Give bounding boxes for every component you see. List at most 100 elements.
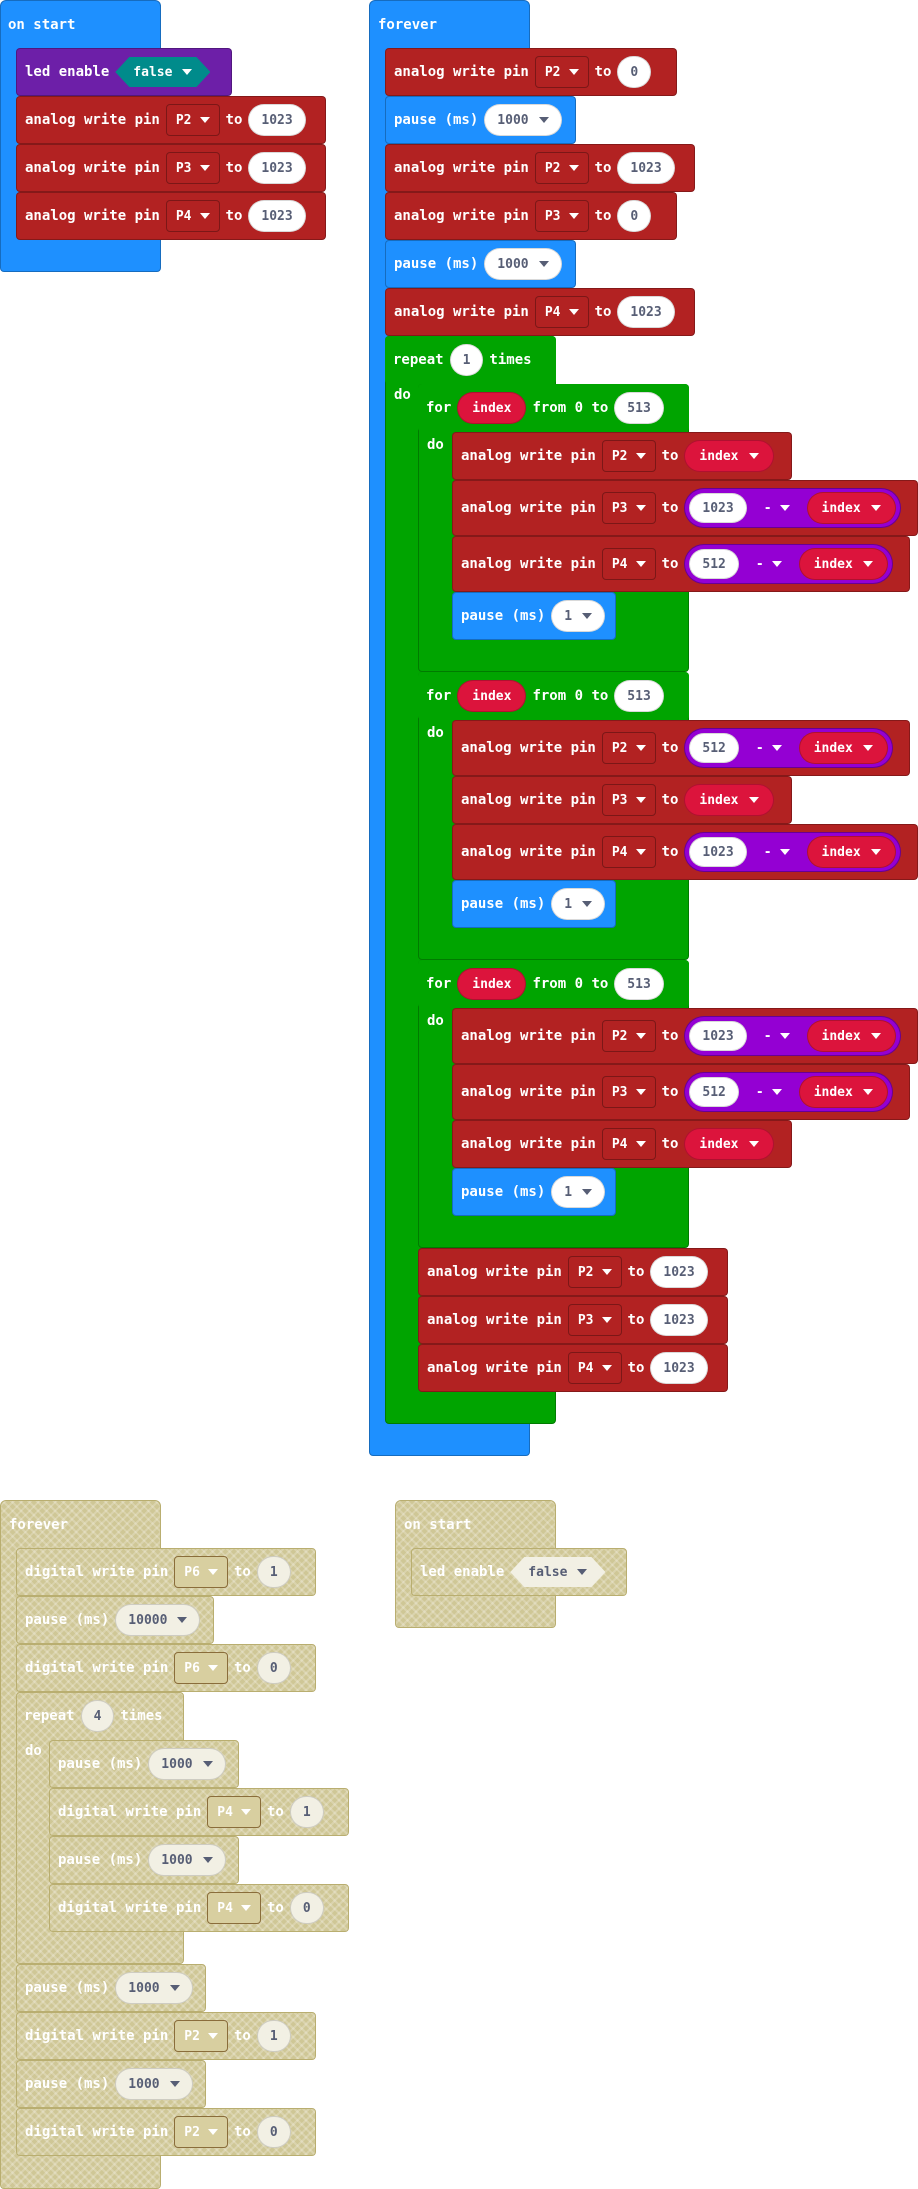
pin-dropdown[interactable]: P4 <box>601 836 656 868</box>
index-variable[interactable]: index <box>684 1128 774 1160</box>
loop-end-input[interactable]: 513 <box>614 392 664 424</box>
repeat-count-input[interactable]: 4 <box>80 1700 115 1732</box>
analog-write-block[interactable]: analog write pin P2 to 1023 <box>16 96 326 144</box>
analog-write-block[interactable]: analog write pin P4 to index <box>452 1120 792 1168</box>
pause-block[interactable]: pause (ms) 10000 <box>16 1596 214 1644</box>
pause-block[interactable]: pause (ms) 1000 <box>49 1740 239 1788</box>
digital-write-block[interactable]: digital write pin P6 to 0 <box>16 1644 316 1692</box>
value-input[interactable]: 0 <box>617 56 652 88</box>
pin-dropdown[interactable]: P4 <box>534 296 589 328</box>
loop-end-input[interactable]: 513 <box>614 680 664 712</box>
pin-dropdown[interactable]: P3 <box>534 200 589 232</box>
minuend-input[interactable]: 512 <box>689 1077 739 1107</box>
pin-dropdown[interactable]: P3 <box>601 784 656 816</box>
minuend-input[interactable]: 1023 <box>689 1021 747 1051</box>
digital-write-block[interactable]: digital write pin P2 to 0 <box>16 2108 316 2156</box>
value-input[interactable]: 1023 <box>617 152 675 184</box>
value-input[interactable]: 1023 <box>248 152 306 184</box>
value-input[interactable]: 0 <box>256 2116 291 2148</box>
pin-dropdown[interactable]: P2 <box>601 1020 656 1052</box>
value-input[interactable]: 1023 <box>617 296 675 328</box>
subtract-expression[interactable]: 1023 - index <box>684 832 901 872</box>
pin-dropdown[interactable]: P4 <box>165 200 220 232</box>
pin-dropdown[interactable]: P2 <box>534 152 589 184</box>
digital-write-block[interactable]: digital write pin P4 to 0 <box>49 1884 349 1932</box>
analog-write-block[interactable]: analog write pin P4 to 1023 <box>16 192 326 240</box>
analog-write-block[interactable]: analog write pin P4 to 1023 - index <box>452 824 918 880</box>
loop-variable[interactable]: index <box>457 392 527 424</box>
analog-write-block[interactable]: analog write pin P2 to 1023 - index <box>452 1008 918 1064</box>
pause-duration-dropdown[interactable]: 1 <box>551 1176 606 1208</box>
led-value-dropdown[interactable]: false <box>115 57 210 87</box>
digital-write-block[interactable]: digital write pin P2 to 1 <box>16 2012 316 2060</box>
pause-duration-dropdown[interactable]: 1 <box>551 888 606 920</box>
operator-dropdown[interactable]: - <box>747 549 791 579</box>
pin-dropdown[interactable]: P2 <box>601 440 656 472</box>
subtract-expression[interactable]: 512 - index <box>684 728 893 768</box>
analog-write-block[interactable]: analog write pin P3 to 1023 <box>418 1296 728 1344</box>
value-input[interactable]: 1023 <box>650 1304 708 1336</box>
pause-block[interactable]: pause (ms) 1000 <box>385 96 576 144</box>
minuend-input[interactable]: 1023 <box>689 837 747 867</box>
pause-block[interactable]: pause (ms) 1 <box>452 1168 616 1216</box>
minuend-input[interactable]: 512 <box>689 733 739 763</box>
pin-dropdown[interactable]: P4 <box>207 1892 261 1924</box>
index-variable[interactable]: index <box>684 440 774 472</box>
value-input[interactable]: 1023 <box>248 104 306 136</box>
pause-block[interactable]: pause (ms) 1000 <box>16 1964 206 2012</box>
analog-write-block[interactable]: analog write pin P2 to 512 - index <box>452 720 910 776</box>
analog-write-block[interactable]: analog write pin P2 to 1023 <box>418 1248 728 1296</box>
analog-write-block[interactable]: analog write pin P2 to 1023 <box>385 144 695 192</box>
analog-write-block[interactable]: analog write pin P2 to index <box>452 432 792 480</box>
led-enable-block[interactable]: led enable false <box>16 48 232 96</box>
pause-block[interactable]: pause (ms) 1000 <box>385 240 576 288</box>
led-value-dropdown[interactable]: false <box>510 1557 605 1587</box>
value-input[interactable]: 1 <box>289 1796 324 1828</box>
value-input[interactable]: 0 <box>289 1892 324 1924</box>
minuend-input[interactable]: 512 <box>689 549 739 579</box>
pin-dropdown[interactable]: P6 <box>174 1556 228 1588</box>
index-variable[interactable]: index <box>798 548 888 580</box>
pause-block[interactable]: pause (ms) 1 <box>452 592 616 640</box>
pin-dropdown[interactable]: P2 <box>601 732 656 764</box>
pin-dropdown[interactable]: P2 <box>534 56 589 88</box>
pin-dropdown[interactable]: P3 <box>601 492 656 524</box>
pause-duration-dropdown[interactable]: 1000 <box>148 1844 226 1876</box>
minuend-input[interactable]: 1023 <box>689 493 747 523</box>
loop-variable[interactable]: index <box>457 968 527 1000</box>
pin-dropdown[interactable]: P4 <box>567 1352 622 1384</box>
pause-block[interactable]: pause (ms) 1000 <box>49 1836 239 1884</box>
analog-write-block[interactable]: analog write pin P4 to 512 - index <box>452 536 910 592</box>
index-variable[interactable]: index <box>806 836 896 868</box>
loop-end-input[interactable]: 513 <box>614 968 664 1000</box>
digital-write-block[interactable]: digital write pin P4 to 1 <box>49 1788 349 1836</box>
pin-dropdown[interactable]: P2 <box>165 104 220 136</box>
value-input[interactable]: 1023 <box>650 1256 708 1288</box>
index-variable[interactable]: index <box>684 784 774 816</box>
index-variable[interactable]: index <box>798 732 888 764</box>
value-input[interactable]: 1023 <box>248 200 306 232</box>
pin-dropdown[interactable]: P4 <box>601 1128 656 1160</box>
index-variable[interactable]: index <box>798 1076 888 1108</box>
subtract-expression[interactable]: 512 - index <box>684 1072 893 1112</box>
pause-block[interactable]: pause (ms) 1000 <box>16 2060 206 2108</box>
led-enable-block[interactable]: led enable false <box>411 1548 627 1596</box>
pause-duration-dropdown[interactable]: 1000 <box>115 1972 193 2004</box>
subtract-expression[interactable]: 512 - index <box>684 544 893 584</box>
pin-dropdown[interactable]: P3 <box>165 152 220 184</box>
repeat-count-input[interactable]: 1 <box>449 344 484 376</box>
operator-dropdown[interactable]: - <box>747 1077 791 1107</box>
operator-dropdown[interactable]: - <box>755 1021 799 1051</box>
value-input[interactable]: 0 <box>617 200 652 232</box>
subtract-expression[interactable]: 1023 - index <box>684 488 901 528</box>
operator-dropdown[interactable]: - <box>755 837 799 867</box>
pause-duration-dropdown[interactable]: 1000 <box>484 248 562 280</box>
pin-dropdown[interactable]: P6 <box>174 1652 228 1684</box>
pin-dropdown[interactable]: P2 <box>567 1256 622 1288</box>
pause-duration-dropdown[interactable]: 1000 <box>115 2068 193 2100</box>
operator-dropdown[interactable]: - <box>755 493 799 523</box>
subtract-expression[interactable]: 1023 - index <box>684 1016 901 1056</box>
pause-block[interactable]: pause (ms) 1 <box>452 880 616 928</box>
index-variable[interactable]: index <box>806 1020 896 1052</box>
pin-dropdown[interactable]: P2 <box>174 2116 228 2148</box>
